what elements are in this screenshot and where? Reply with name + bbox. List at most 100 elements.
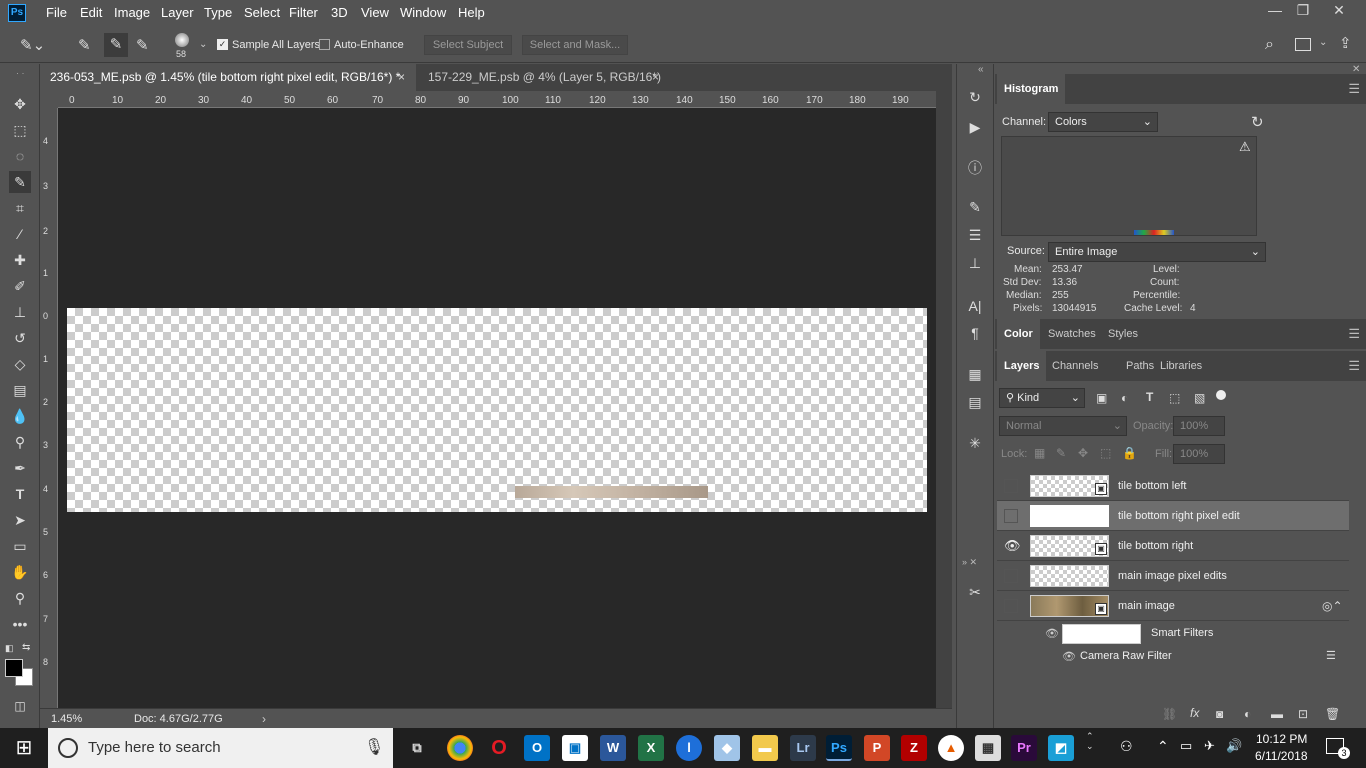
brush-presets-icon[interactable]: ✎ bbox=[964, 196, 986, 218]
adjustment-layer-icon[interactable]: ◐ bbox=[1244, 707, 1251, 721]
brush-preview-icon[interactable] bbox=[175, 33, 189, 47]
tab-close-icon[interactable]: × bbox=[652, 64, 659, 91]
channel-select[interactable]: Colors ⌄ bbox=[1048, 112, 1158, 132]
properties-icon[interactable]: ▦ bbox=[964, 363, 986, 385]
menu-view[interactable]: View bbox=[361, 5, 389, 20]
menu-image[interactable]: Image bbox=[114, 5, 150, 20]
path-selection-tool-icon[interactable]: ➤ bbox=[9, 509, 31, 531]
lightroom-icon[interactable]: Lr bbox=[790, 735, 816, 761]
blend-mode-select[interactable]: Normal ⌄ bbox=[999, 416, 1127, 436]
eyedropper-tool-icon[interactable]: ⁄ bbox=[9, 223, 31, 245]
tab-close-icon[interactable]: × bbox=[398, 64, 405, 91]
camera-raw-filter-label[interactable]: Camera Raw Filter bbox=[1080, 650, 1172, 662]
filter-shape-icon[interactable]: ⬚ bbox=[1169, 391, 1180, 405]
auto-enhance-checkbox[interactable] bbox=[319, 39, 330, 50]
chevron-down-icon[interactable]: ⌄ bbox=[199, 39, 207, 50]
blur-tool-icon[interactable]: 💧 bbox=[9, 405, 31, 427]
more-tools-icon[interactable]: ••• bbox=[9, 613, 31, 635]
quick-selection-tool-icon[interactable]: ✎ bbox=[9, 171, 31, 193]
powerpoint-icon[interactable]: P bbox=[864, 735, 890, 761]
opacity-input[interactable]: 100% bbox=[1173, 416, 1225, 436]
close-window-button[interactable]: ✕ bbox=[1324, 2, 1354, 22]
tab-layers[interactable]: Layers bbox=[997, 351, 1047, 381]
history-brush-tool-icon[interactable]: ↺ bbox=[9, 327, 31, 349]
new-layer-icon[interactable]: ⊡ bbox=[1298, 707, 1308, 721]
rectangle-tool-icon[interactable]: ▭ bbox=[9, 535, 31, 557]
outlook-icon[interactable]: O bbox=[524, 735, 550, 761]
new-selection-icon[interactable]: ✎ bbox=[78, 36, 91, 54]
default-colors-icon[interactable]: ◧ bbox=[5, 643, 14, 654]
crop-tool-icon[interactable]: ⌗ bbox=[9, 197, 31, 219]
zoom-level[interactable]: 1.45% bbox=[51, 713, 82, 725]
marquee-tool-icon[interactable]: ⬚ bbox=[9, 119, 31, 141]
layer-name[interactable]: main image pixel edits bbox=[1118, 570, 1227, 582]
refresh-icon[interactable]: ↻ bbox=[1251, 113, 1264, 131]
file-explorer-icon[interactable]: ▬ bbox=[752, 735, 778, 761]
panel-menu-icon[interactable]: ☰ bbox=[1348, 358, 1360, 374]
battery-icon[interactable]: ▭ bbox=[1180, 738, 1192, 754]
new-group-icon[interactable]: ▬ bbox=[1271, 707, 1283, 721]
workspace-chevron-icon[interactable]: ⌄ bbox=[1319, 37, 1327, 48]
link-layers-icon[interactable]: ⛓ bbox=[1162, 707, 1177, 721]
doc-size[interactable]: Doc: 4.67G/2.77G bbox=[134, 713, 223, 725]
share-icon[interactable]: ⇪ bbox=[1339, 34, 1352, 52]
lasso-tool-icon[interactable]: ◌ bbox=[9, 145, 31, 167]
menu-layer[interactable]: Layer bbox=[161, 5, 194, 20]
tab-styles[interactable]: Styles bbox=[1101, 319, 1145, 349]
visibility-toggle-off[interactable] bbox=[1004, 509, 1018, 523]
app-icon[interactable]: ▲ bbox=[938, 735, 964, 761]
subtract-from-selection-icon[interactable]: ✎ bbox=[136, 36, 149, 54]
hand-tool-icon[interactable]: ✋ bbox=[9, 561, 31, 583]
adjustments-icon[interactable]: ☰ bbox=[964, 224, 986, 246]
excel-icon[interactable]: X bbox=[638, 735, 664, 761]
eye-icon[interactable]: 👁 bbox=[1045, 627, 1059, 640]
tab-document-2[interactable]: 157-229_ME.psb @ 4% (Layer 5, RGB/16*) × bbox=[418, 64, 668, 91]
filter-pixel-icon[interactable]: ▣ bbox=[1096, 391, 1107, 405]
fx-icon[interactable]: fx bbox=[1190, 706, 1199, 720]
word-icon[interactable]: W bbox=[600, 735, 626, 761]
actions-play-icon[interactable]: ▶ bbox=[964, 116, 986, 138]
calculator-icon[interactable]: ▦ bbox=[975, 735, 1001, 761]
brush-tool-icon[interactable]: ✐ bbox=[9, 275, 31, 297]
layer-name[interactable]: tile bottom right pixel edit bbox=[1118, 510, 1240, 522]
tab-channels[interactable]: Channels bbox=[1045, 351, 1105, 381]
3d-icon[interactable]: ✳ bbox=[964, 432, 986, 454]
menu-help[interactable]: Help bbox=[458, 5, 485, 20]
eye-icon[interactable]: 👁 bbox=[1004, 538, 1021, 554]
layer-name[interactable]: main image bbox=[1118, 600, 1175, 612]
tab-color[interactable]: Color bbox=[997, 319, 1040, 349]
tab-document-1[interactable]: 236-053_ME.psb @ 1.45% (tile bottom righ… bbox=[40, 64, 416, 91]
filter-toggle-icon[interactable] bbox=[1216, 390, 1226, 400]
menu-edit[interactable]: Edit bbox=[80, 5, 102, 20]
visibility-toggle-off[interactable] bbox=[1004, 479, 1018, 493]
type-tool-icon[interactable]: T bbox=[9, 483, 31, 505]
show-hidden-icons[interactable]: ⌃ bbox=[1157, 738, 1169, 755]
clone-stamp-tool-icon[interactable]: ⊥ bbox=[9, 301, 31, 323]
lock-image-icon[interactable]: ✎ bbox=[1056, 446, 1066, 460]
tab-histogram[interactable]: Histogram bbox=[997, 74, 1066, 104]
filter-kind-select[interactable]: ⚲ Kind ⌄ bbox=[999, 388, 1085, 408]
tool-presets-icon[interactable]: ✂ bbox=[964, 581, 986, 603]
opera-icon[interactable]: O bbox=[486, 735, 512, 761]
paragraph-icon[interactable]: ¶ bbox=[964, 322, 986, 344]
photoshop-taskbar-icon[interactable]: Ps bbox=[826, 735, 852, 761]
layer-name[interactable]: tile bottom right bbox=[1118, 540, 1193, 552]
network-icon[interactable]: ✈ bbox=[1204, 738, 1215, 754]
menu-select[interactable]: Select bbox=[244, 5, 280, 20]
lock-transparent-icon[interactable]: ▦ bbox=[1034, 446, 1045, 460]
lock-artboard-icon[interactable]: ⬚ bbox=[1100, 446, 1111, 460]
chevron-right-icon[interactable]: › bbox=[262, 712, 266, 726]
clock-time[interactable]: 10:12 PM bbox=[1256, 732, 1307, 746]
filter-options-icon[interactable]: ☰ bbox=[1326, 649, 1336, 662]
filter-adjustment-icon[interactable]: ◐ bbox=[1121, 391, 1128, 405]
notes-icon[interactable]: ▤ bbox=[964, 391, 986, 413]
app-icon[interactable]: ▣ bbox=[562, 735, 588, 761]
dodge-tool-icon[interactable]: ⚲ bbox=[9, 431, 31, 453]
chrome-icon[interactable] bbox=[447, 735, 473, 761]
smart-filter-indicator-icon[interactable]: ◎⌃ bbox=[1322, 599, 1343, 613]
taskbar-scroll-icon[interactable]: ⌃ ⌄ bbox=[1086, 731, 1094, 751]
tab-libraries[interactable]: Libraries bbox=[1153, 351, 1209, 381]
filezilla-icon[interactable]: Z bbox=[901, 735, 927, 761]
tab-swatches[interactable]: Swatches bbox=[1041, 319, 1103, 349]
filter-type-icon[interactable]: T bbox=[1146, 390, 1153, 404]
